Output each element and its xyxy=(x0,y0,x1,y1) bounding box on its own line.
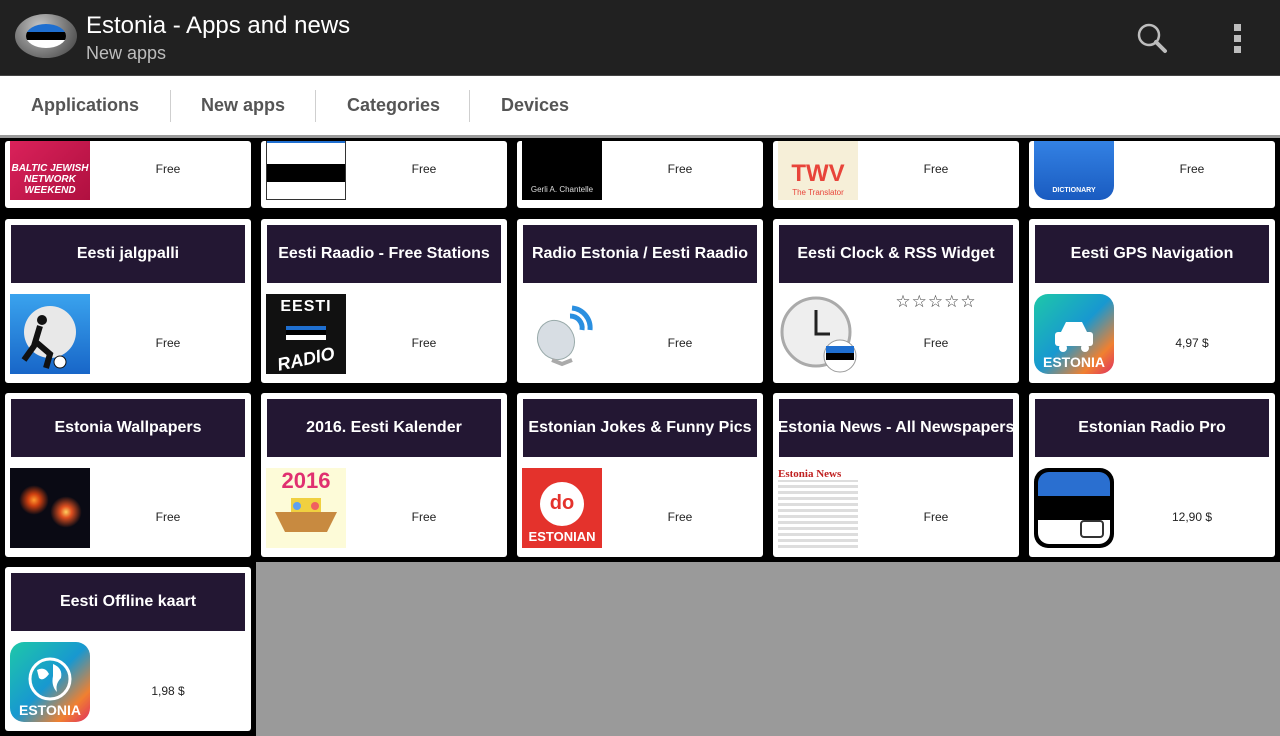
newspaper-icon: Estonia News xyxy=(778,468,858,548)
app-title: Estonia News - All Newspapers xyxy=(778,399,1014,457)
app-title: Eesti Offline kaart xyxy=(11,573,245,631)
app-card[interactable]: Eesti Raadio - Free Stations EESTI RADIO… xyxy=(261,219,507,383)
app-title: Estonian Jokes & Funny Pics xyxy=(523,399,757,457)
app-price: Free xyxy=(667,510,693,524)
app-card[interactable]: BALTIC JEWISH NETWORK WEEKEND Free xyxy=(5,141,251,208)
estonia-flag-app-icon[interactable] xyxy=(15,14,77,58)
tab-divider xyxy=(315,90,316,122)
app-price: Free xyxy=(923,162,949,176)
tab-devices[interactable]: Devices xyxy=(501,76,569,135)
estonia-flag-icon xyxy=(266,141,346,200)
football-player-icon xyxy=(10,294,90,374)
app-card[interactable]: 2016. Eesti Kalender 2016 Free xyxy=(261,393,507,557)
tab-bar: Applications New apps Categories Devices xyxy=(0,76,1280,138)
app-card[interactable]: Estonia News - All Newspapers Estonia Ne… xyxy=(773,393,1019,557)
tab-divider xyxy=(469,90,470,122)
app-card[interactable]: TWV The Translator Free xyxy=(773,141,1019,208)
app-card[interactable]: Gerli A. Chantelle Free xyxy=(517,141,763,208)
app-title: 2016. Eesti Kalender xyxy=(267,399,501,457)
app-card[interactable]: DICTIONARY Free xyxy=(1029,141,1275,208)
radio-icon: EESTI RADIO xyxy=(266,294,346,374)
app-title: Estonia - Apps and news xyxy=(86,12,351,39)
app-card[interactable]: Estonian Jokes & Funny Pics do ESTONIAN … xyxy=(517,393,763,557)
apps-grid: BALTIC JEWISH NETWORK WEEKEND Free Free … xyxy=(0,141,1280,736)
globe-icon: ESTONIA xyxy=(10,642,90,722)
app-price: Free xyxy=(155,510,181,524)
app-price: Free xyxy=(411,336,437,350)
app-card[interactable]: Estonia Wallpapers Free xyxy=(5,393,251,557)
smiley-face-icon: do ESTONIAN xyxy=(522,468,602,548)
tab-new-apps[interactable]: New apps xyxy=(201,76,285,135)
tab-divider xyxy=(170,90,171,122)
car-navigation-icon: ESTONIA xyxy=(1034,294,1114,374)
app-title: Eesti jalgpalli xyxy=(11,225,245,283)
app-subtitle: New apps xyxy=(86,43,167,63)
app-card[interactable]: Free xyxy=(261,141,507,208)
app-card[interactable]: Eesti Clock & RSS Widget ☆☆☆☆☆ Free xyxy=(773,219,1019,383)
app-price: Free xyxy=(411,162,437,176)
app-card[interactable]: Radio Estonia / Eesti Raadio Free xyxy=(517,219,763,383)
estonia-flag xyxy=(26,24,66,48)
svg-text:do: do xyxy=(550,492,574,514)
tab-applications[interactable]: Applications xyxy=(31,76,139,135)
app-price: Free xyxy=(155,162,181,176)
overflow-menu-icon[interactable] xyxy=(1226,20,1250,56)
app-price: 12,90 $ xyxy=(1171,510,1213,524)
app-title: Eesti Raadio - Free Stations xyxy=(267,225,501,283)
action-bar: Estonia - Apps and news New apps xyxy=(0,0,1280,76)
radio-flag-icon xyxy=(1034,468,1114,548)
app-title: Eesti GPS Navigation xyxy=(1035,225,1269,283)
app-card[interactable]: Eesti GPS Navigation ESTONIA 4,97 $ xyxy=(1029,219,1275,383)
app-card[interactable]: Eesti Offline kaart ESTONIA 1,98 $ xyxy=(5,567,251,731)
app-price: Free xyxy=(1179,162,1205,176)
app-title: Estonian Radio Pro xyxy=(1035,399,1269,457)
app-price: Free xyxy=(155,336,181,350)
app-price: Free xyxy=(923,510,949,524)
app-price: Free xyxy=(923,336,949,350)
satellite-dish-icon xyxy=(522,294,602,374)
app-price: Free xyxy=(667,162,693,176)
app-price: 4,97 $ xyxy=(1175,336,1209,350)
tab-categories[interactable]: Categories xyxy=(347,76,440,135)
search-icon[interactable] xyxy=(1134,20,1170,56)
app-title: Eesti Clock & RSS Widget xyxy=(779,225,1013,283)
rating-stars: ☆☆☆☆☆ xyxy=(895,292,977,311)
app-price: Free xyxy=(667,336,693,350)
app-price: Free xyxy=(411,510,437,524)
monogram-logo-icon: Gerli A. Chantelle xyxy=(522,141,602,200)
app-card[interactable]: Eesti jalgpalli Free xyxy=(5,219,251,383)
baltic-network-icon: BALTIC JEWISH NETWORK WEEKEND xyxy=(10,141,90,200)
calendar-icon: 2016 xyxy=(266,468,346,548)
fireworks-icon xyxy=(10,468,90,548)
app-title: Estonia Wallpapers xyxy=(11,399,245,457)
app-card[interactable]: Estonian Radio Pro 12,90 $ xyxy=(1029,393,1275,557)
grid-empty-area xyxy=(256,562,1280,736)
translator-icon: TWV The Translator xyxy=(778,141,858,200)
clock-icon xyxy=(778,294,858,374)
app-title: Radio Estonia / Eesti Raadio xyxy=(523,225,757,283)
app-price: 1,98 $ xyxy=(151,684,185,698)
dictionary-icon: DICTIONARY xyxy=(1034,141,1114,200)
